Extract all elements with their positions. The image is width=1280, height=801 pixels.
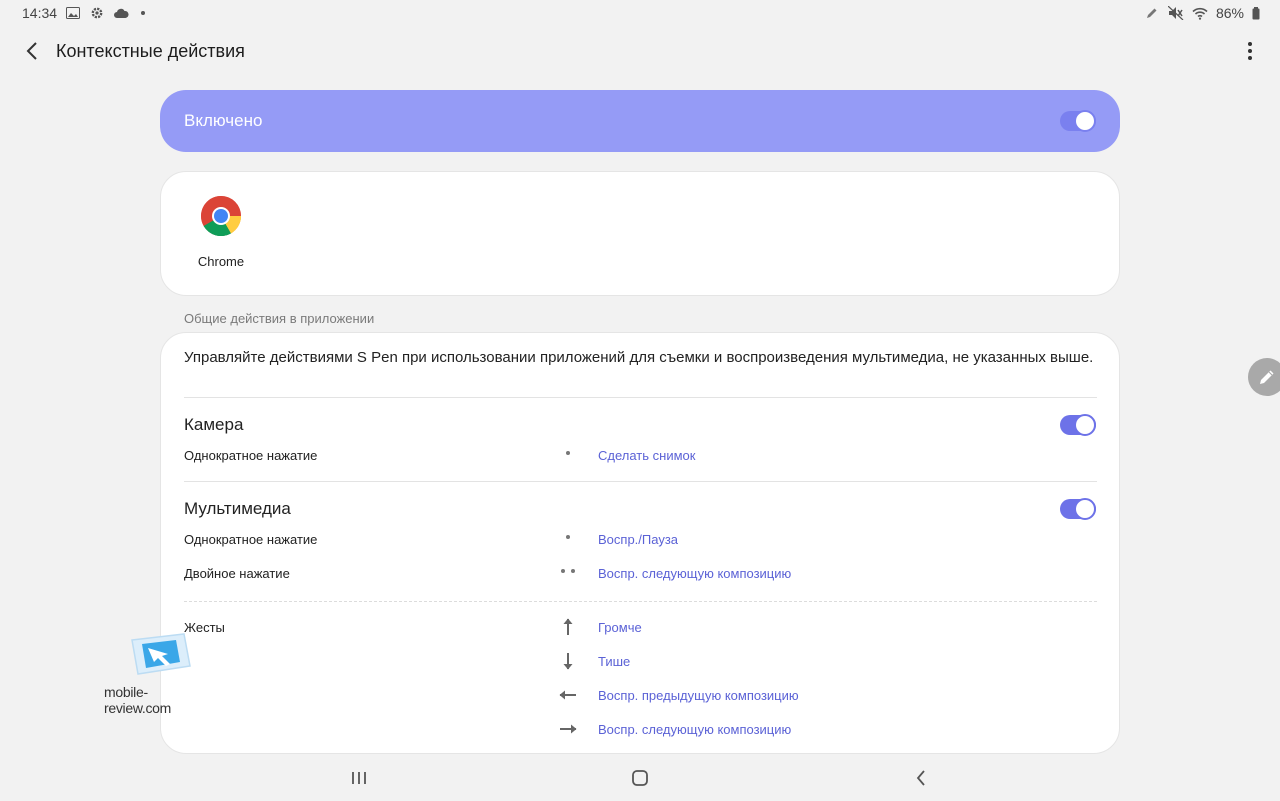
master-switch-label: Включено [184, 111, 263, 130]
nav-back-button[interactable] [909, 768, 933, 788]
page-title: Контекстные действия [56, 40, 245, 61]
settings-card: Управляйте действиями S Pen при использо… [160, 332, 1120, 754]
more-dot-icon [1248, 56, 1252, 60]
camera-title[interactable]: Камера [184, 415, 243, 435]
battery-icon [1252, 5, 1260, 21]
media-double-press-action[interactable]: Воспр. следующую композицию [598, 566, 791, 581]
divider [184, 397, 1097, 398]
arrow-left-icon [553, 689, 583, 701]
arrow-up-icon [553, 617, 583, 637]
camera-single-press-action[interactable]: Сделать снимок [598, 448, 695, 463]
gallery-icon [65, 5, 81, 21]
divider [184, 481, 1097, 482]
app-tile-chrome[interactable]: Chrome [183, 194, 259, 269]
home-button[interactable] [628, 768, 652, 788]
gesture-up-action[interactable]: Громче [598, 620, 642, 635]
home-icon [632, 770, 648, 786]
single-dot-icon [553, 535, 583, 539]
recent-apps-button[interactable] [347, 768, 371, 788]
pen-icon [1260, 370, 1274, 384]
wifi-icon [1192, 5, 1208, 21]
camera-toggle[interactable] [1060, 414, 1096, 436]
media-toggle[interactable] [1060, 498, 1096, 520]
pen-floating-button[interactable] [1248, 358, 1280, 396]
master-switch-bar[interactable]: Включено [160, 90, 1120, 152]
media-double-press-label: Двойное нажатие [184, 566, 290, 581]
app-bar: Контекстные действия [0, 30, 1280, 72]
more-dot-icon [1248, 42, 1252, 46]
more-options-button[interactable] [1240, 39, 1260, 63]
gesture-left-action[interactable]: Воспр. предыдущую композицию [598, 688, 799, 703]
double-dot-icon [553, 569, 583, 573]
battery-percent: 86% [1215, 5, 1244, 21]
notification-dot-icon [141, 11, 146, 15]
navigation-bar [0, 760, 1280, 796]
more-dot-icon [1248, 49, 1252, 53]
settings-gear-icon [89, 5, 105, 21]
status-left: 14:34 [22, 5, 146, 21]
watermark-logo-icon [131, 633, 191, 675]
recent-apps-icon [352, 772, 366, 784]
watermark-text: mobile-review.com [104, 684, 172, 716]
media-single-press-label: Однократное нажатие [184, 532, 318, 547]
status-bar: 14:34 86% [0, 0, 1280, 26]
status-time: 14:34 [22, 5, 58, 21]
mute-icon [1167, 5, 1184, 21]
gesture-right-action[interactable]: Воспр. следующую композицию [598, 722, 791, 737]
gesture-down-action[interactable]: Тише [598, 654, 630, 669]
arrow-right-icon [553, 723, 583, 735]
apps-card: Chrome [160, 171, 1120, 296]
pen-status-icon [1144, 5, 1160, 21]
back-arrow-icon [26, 42, 37, 60]
back-button[interactable] [20, 39, 44, 63]
status-right: 86% [1144, 5, 1260, 21]
section-title: Общие действия в приложении [184, 311, 375, 326]
nav-back-icon [916, 770, 925, 786]
settings-description: Управляйте действиями S Pen при использо… [184, 349, 1094, 366]
single-dot-icon [553, 451, 583, 455]
master-toggle[interactable] [1060, 110, 1096, 132]
cloud-icon [113, 5, 129, 21]
dashed-divider [184, 601, 1097, 602]
camera-single-press-label: Однократное нажатие [184, 448, 318, 463]
app-name-label: Chrome [197, 254, 245, 269]
arrow-down-icon [553, 651, 583, 671]
media-title[interactable]: Мультимедиа [184, 499, 291, 519]
media-single-press-action[interactable]: Воспр./Пауза [598, 532, 678, 547]
chrome-icon [201, 196, 241, 236]
